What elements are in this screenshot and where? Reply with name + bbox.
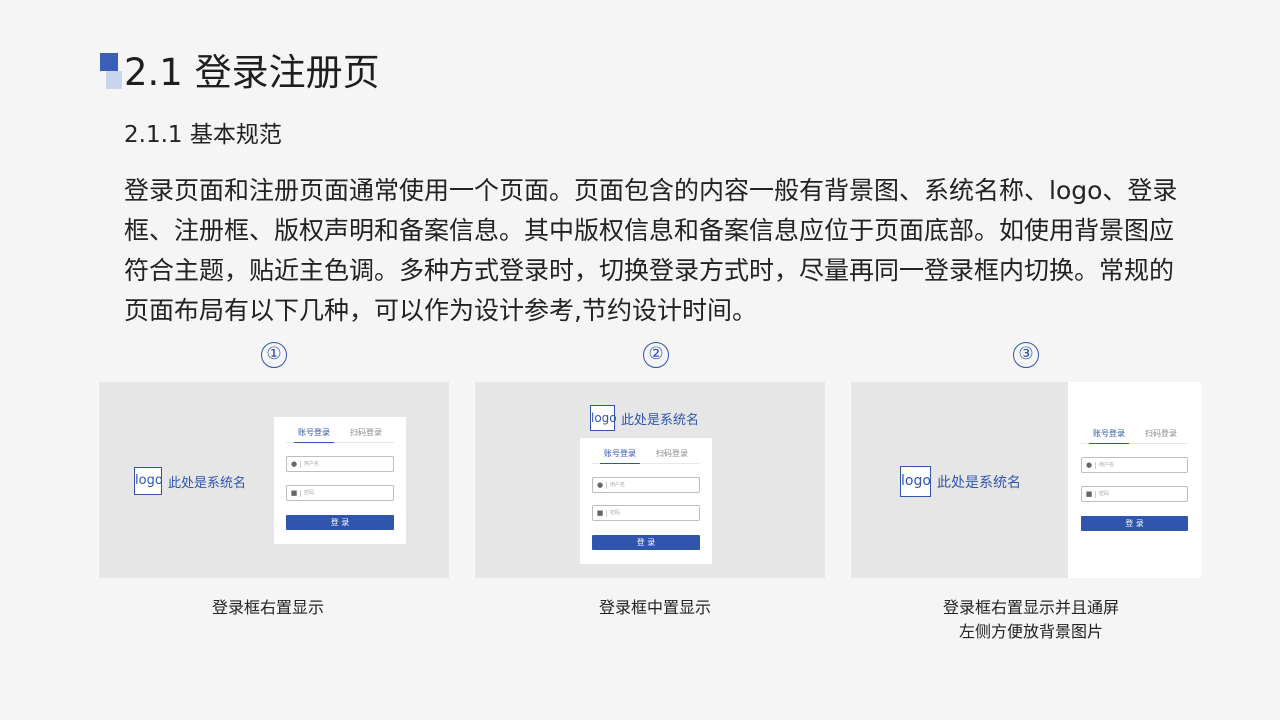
user-icon: ● [290, 460, 298, 468]
tab-qr-login[interactable]: 扫码登录 [1145, 428, 1177, 440]
lock-icon: ■ [290, 489, 298, 497]
caption-line-1: 登录框右置显示并且通屏 [942, 598, 1119, 617]
example-number-2: ② [643, 342, 669, 368]
user-icon: ● [1085, 461, 1093, 469]
section-title: 2.1.1 基本规范 [124, 122, 282, 148]
password-input[interactable]: ■ 密码 [286, 485, 394, 501]
login-tabs: 账号登录 扫码登录 [592, 448, 700, 464]
login-button[interactable]: 登 录 [592, 535, 700, 550]
tab-qr-login[interactable]: 扫码登录 [350, 427, 382, 439]
username-input[interactable]: ● 用户名 [1081, 457, 1188, 473]
example-number-3: ③ [1013, 342, 1039, 368]
logo-placeholder: logo [900, 466, 931, 497]
login-tabs: 账号登录 扫码登录 [286, 427, 394, 443]
caption-example-2: 登录框中置显示 [598, 598, 711, 617]
layout-example-right: logo 此处是系统名 账号登录 扫码登录 ● 用户名 ■ 密码 登 录 [99, 382, 449, 578]
system-branding: logo 此处是系统名 [590, 405, 699, 431]
title-marker-icon [100, 53, 122, 89]
caption-example-3: 登录框右置显示并且通屏 左侧方便放背景图片 [856, 596, 1206, 644]
tab-qr-login[interactable]: 扫码登录 [656, 448, 688, 460]
tab-account-login[interactable]: 账号登录 [1089, 428, 1129, 444]
lock-icon: ■ [596, 509, 604, 517]
system-branding: logo 此处是系统名 [134, 467, 246, 495]
layout-example-fullscreen-right: logo 此处是系统名 账号登录 扫码登录 ● 用户名 ■ 密码 登 录 [851, 382, 1201, 578]
example-number-1: ① [261, 342, 287, 368]
login-card: 账号登录 扫码登录 ● 用户名 ■ 密码 登 录 [1069, 418, 1200, 538]
system-name: 此处是系统名 [168, 475, 247, 491]
body-paragraph: 登录页面和注册页面通常使用一个页面。页面包含的内容一般有背景图、系统名称、log… [124, 176, 1178, 325]
system-branding: logo 此处是系统名 [900, 466, 1021, 497]
page-title: 2.1 登录注册页 [124, 51, 380, 94]
system-name: 此处是系统名 [621, 412, 700, 428]
system-name: 此处是系统名 [937, 474, 1021, 491]
logo-placeholder: logo [590, 405, 617, 431]
password-input[interactable]: ■ 密码 [1081, 486, 1188, 502]
caption-line-2: 左侧方便放背景图片 [958, 622, 1103, 641]
username-input[interactable]: ● 用户名 [286, 456, 394, 472]
tab-account-login[interactable]: 账号登录 [600, 448, 640, 464]
caption-example-1: 登录框右置显示 [211, 598, 324, 617]
password-input[interactable]: ■ 密码 [592, 505, 700, 521]
login-button[interactable]: 登 录 [286, 515, 394, 530]
login-card: 账号登录 扫码登录 ● 用户名 ■ 密码 登 录 [580, 438, 712, 564]
tab-account-login[interactable]: 账号登录 [294, 427, 334, 443]
logo-placeholder: logo [134, 467, 163, 495]
lock-icon: ■ [1085, 490, 1093, 498]
login-button[interactable]: 登 录 [1081, 516, 1188, 531]
user-icon: ● [596, 481, 604, 489]
login-card: 账号登录 扫码登录 ● 用户名 ■ 密码 登 录 [274, 417, 406, 544]
username-input[interactable]: ● 用户名 [592, 477, 700, 493]
layout-example-center: logo 此处是系统名 账号登录 扫码登录 ● 用户名 ■ 密码 登 录 [475, 382, 825, 578]
login-tabs: 账号登录 扫码登录 [1081, 428, 1188, 444]
